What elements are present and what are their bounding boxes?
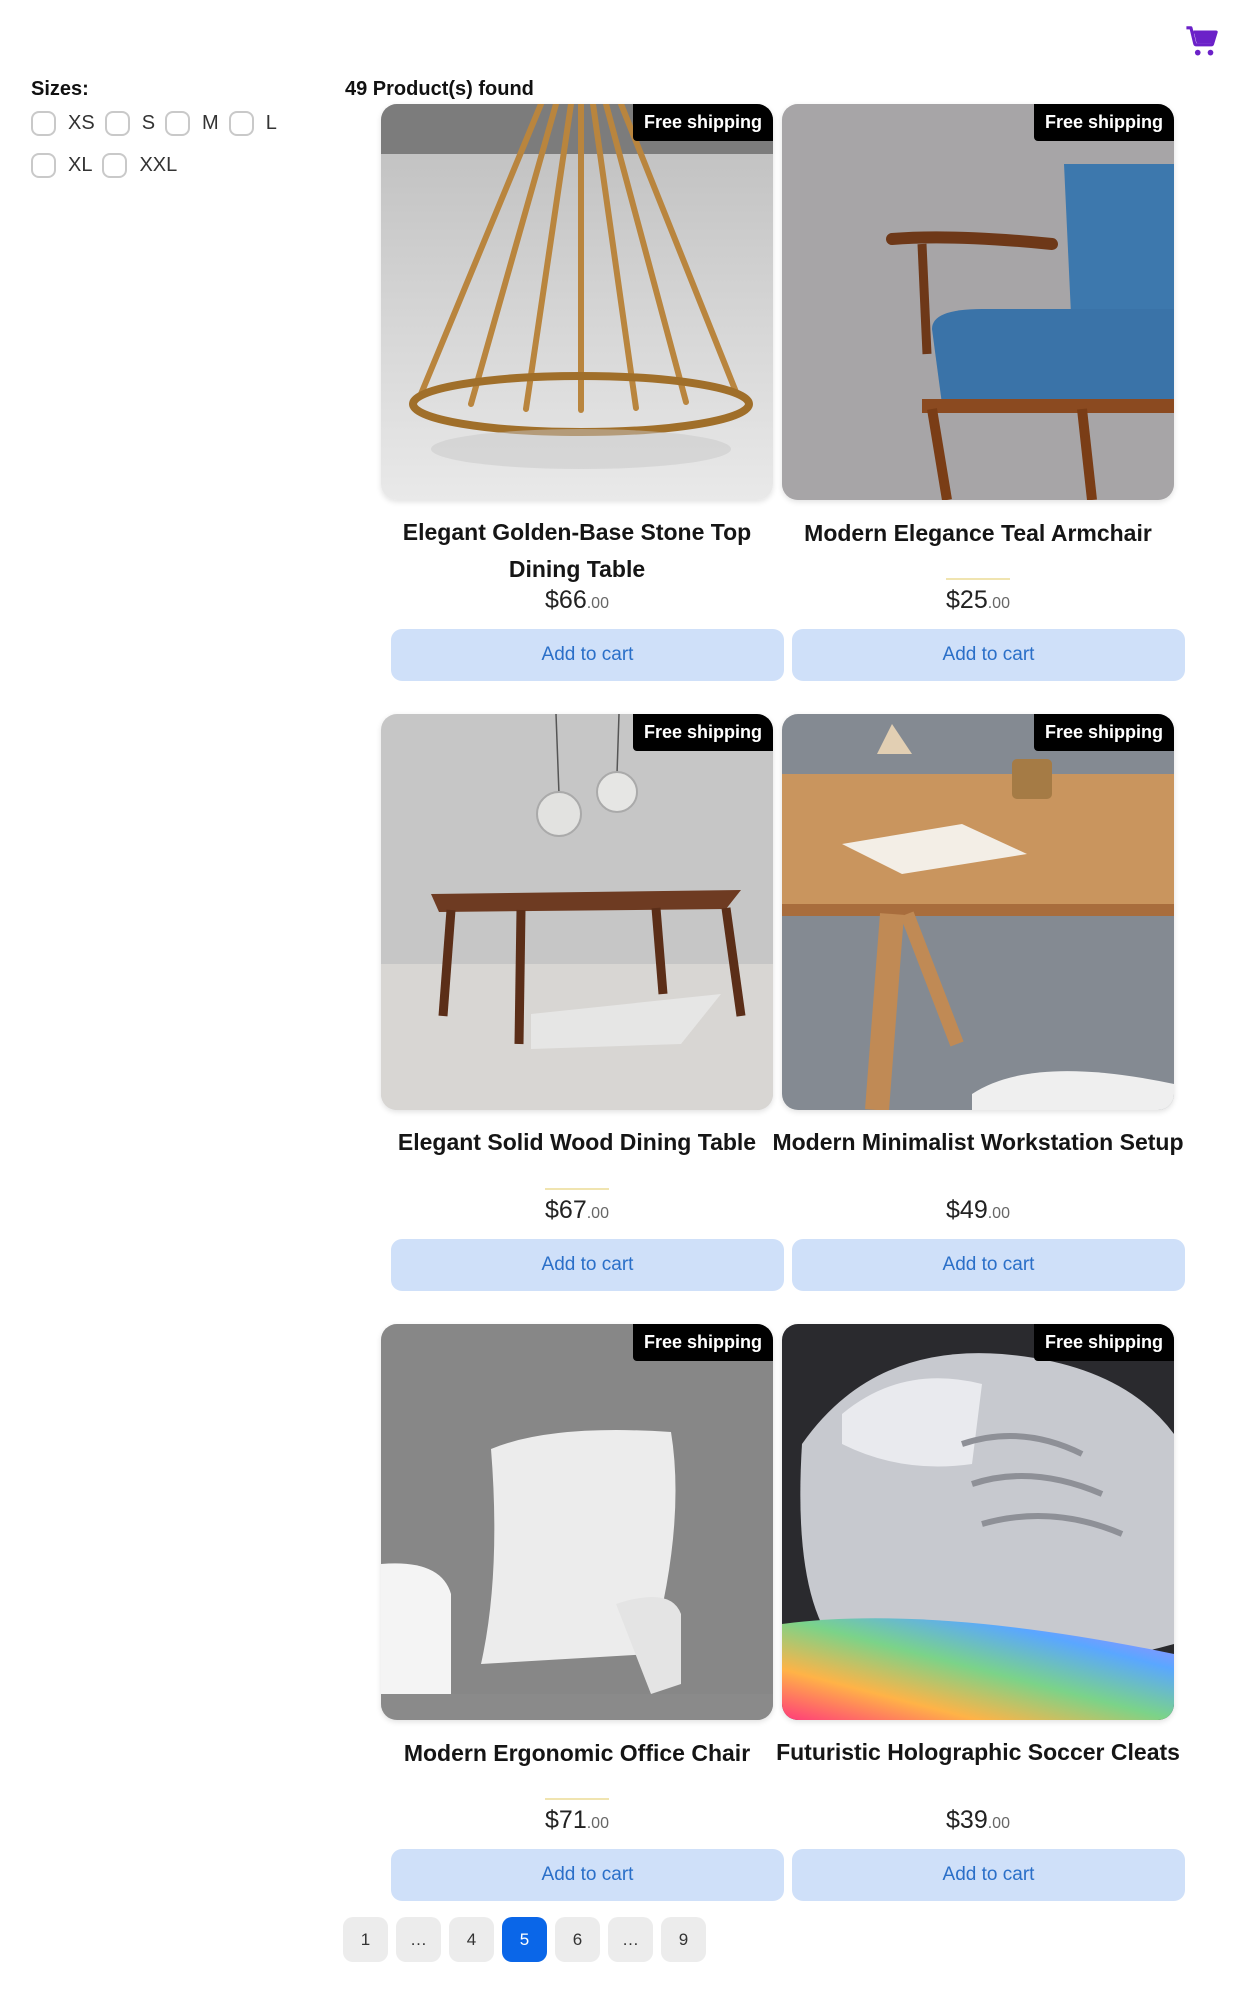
price-main: $71	[545, 1806, 587, 1834]
page-button-4[interactable]: 4	[449, 1917, 494, 1962]
product-image[interactable]: Free shipping	[782, 104, 1174, 500]
free-shipping-badge: Free shipping	[1033, 104, 1174, 141]
size-label: M	[202, 111, 219, 134]
product-price: $66.00	[381, 586, 773, 615]
page-button-9[interactable]: 9	[661, 1917, 706, 1962]
product-image[interactable]: Free shipping	[782, 714, 1174, 1110]
size-label: XXL	[139, 153, 178, 176]
size-label: XL	[68, 153, 93, 176]
size-checkbox[interactable]	[165, 110, 191, 136]
product-title: Modern Minimalist Workstation Setup	[772, 1129, 1184, 1155]
size-checkbox[interactable]	[31, 152, 56, 178]
size-option-l[interactable]: L	[228, 109, 277, 137]
price-main: $49	[946, 1196, 988, 1224]
size-option-xxl[interactable]: XXL	[102, 151, 177, 179]
price-cents: .00	[586, 1815, 609, 1832]
workstation-desk-image	[782, 714, 1174, 1110]
product-price: $25.00	[782, 586, 1174, 615]
price-cents: .00	[987, 1815, 1010, 1832]
size-label: S	[141, 111, 156, 134]
add-to-cart-button[interactable]: Add to cart	[792, 629, 1185, 681]
size-checkbox[interactable]	[31, 110, 56, 136]
product-price: $67.00	[381, 1196, 773, 1225]
add-to-cart-button[interactable]: Add to cart	[391, 1849, 784, 1901]
price-divider	[545, 1798, 609, 1800]
product-image[interactable]: Free shipping	[381, 714, 773, 1110]
free-shipping-badge: Free shipping	[632, 714, 773, 751]
price-main: $25	[946, 586, 988, 614]
page-ellipsis[interactable]: …	[396, 1917, 441, 1962]
office-chair-image	[381, 1324, 773, 1720]
size-checkbox[interactable]	[102, 152, 128, 178]
products-found-count: 49 Product(s) found	[345, 78, 534, 100]
cart-button[interactable]	[1182, 22, 1222, 62]
product-price: $39.00	[782, 1806, 1174, 1835]
page-button-current[interactable]: 5	[502, 1917, 547, 1962]
product-title: Futuristic Holographic Soccer Cleats	[776, 1739, 1180, 1765]
product-price: $49.00	[782, 1196, 1174, 1225]
size-filters: Sizes: XS S M L XL XXL	[31, 78, 331, 179]
size-option-m[interactable]: M	[165, 109, 219, 137]
add-to-cart-button[interactable]: Add to cart	[391, 1239, 784, 1291]
size-label: XS	[68, 111, 95, 134]
add-to-cart-button[interactable]: Add to cart	[391, 629, 784, 681]
free-shipping-badge: Free shipping	[1033, 1324, 1174, 1361]
price-cents: .00	[987, 595, 1010, 612]
price-cents: .00	[987, 1205, 1010, 1222]
wood-dining-table-image	[381, 714, 773, 1110]
size-option-s[interactable]: S	[104, 109, 156, 137]
size-checkbox[interactable]	[228, 110, 254, 136]
page-ellipsis[interactable]: …	[608, 1917, 653, 1962]
price-main: $66	[545, 586, 587, 614]
product-title: Modern Elegance Teal Armchair	[804, 520, 1152, 546]
page-button-6[interactable]: 6	[555, 1917, 600, 1962]
pagination: 1 … 4 5 6 … 9	[343, 1917, 706, 1962]
size-option-xl[interactable]: XL	[31, 151, 92, 179]
product-title: Elegant Solid Wood Dining Table	[397, 1129, 757, 1155]
golden-table-image	[381, 104, 773, 500]
product-image[interactable]: Free shipping	[381, 1324, 773, 1720]
product-title: Elegant Golden-Base Stone Top Dining Tab…	[402, 519, 752, 582]
add-to-cart-button[interactable]: Add to cart	[792, 1849, 1185, 1901]
shopping-cart-icon	[1186, 26, 1218, 56]
sizes-filter-title: Sizes:	[31, 78, 89, 100]
product-title: Modern Ergonomic Office Chair	[403, 1740, 751, 1766]
price-divider	[946, 578, 1010, 580]
soccer-cleats-image	[782, 1324, 1174, 1720]
product-image[interactable]: Free shipping	[381, 104, 773, 500]
free-shipping-badge: Free shipping	[632, 104, 773, 141]
price-main: $67	[545, 1196, 587, 1224]
size-option-xs[interactable]: XS	[31, 109, 95, 137]
page-button-1[interactable]: 1	[343, 1917, 388, 1962]
add-to-cart-button[interactable]: Add to cart	[792, 1239, 1185, 1291]
price-cents: .00	[586, 1205, 609, 1222]
price-divider	[545, 1188, 609, 1190]
size-options: XS S M L XL XXL	[31, 109, 291, 179]
product-price: $71.00	[381, 1806, 773, 1835]
price-main: $39	[946, 1806, 988, 1834]
size-checkbox[interactable]	[104, 110, 130, 136]
product-image[interactable]: Free shipping	[782, 1324, 1174, 1720]
free-shipping-badge: Free shipping	[1033, 714, 1174, 751]
free-shipping-badge: Free shipping	[632, 1324, 773, 1361]
price-cents: .00	[586, 595, 609, 612]
teal-armchair-image	[782, 104, 1174, 500]
size-label: L	[265, 111, 277, 134]
